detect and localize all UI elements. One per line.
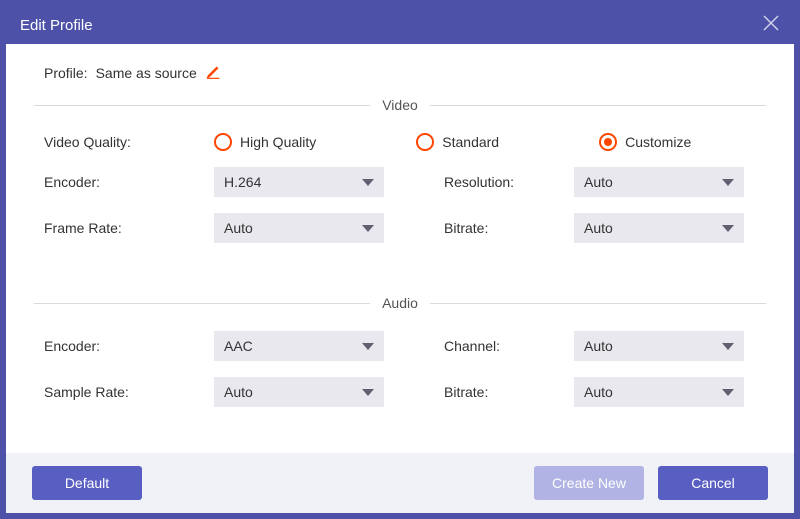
chevron-down-icon	[722, 179, 734, 186]
radio-standard-label: Standard	[442, 134, 499, 150]
profile-row: Profile: Same as source	[34, 62, 766, 83]
video-encoder-select[interactable]: H.264	[214, 167, 384, 197]
video-grid: Video Quality: High Quality Standard Cus…	[34, 133, 766, 243]
window-title: Edit Profile	[20, 17, 93, 34]
video-resolution-select[interactable]: Auto	[574, 167, 744, 197]
radio-icon	[599, 133, 617, 151]
audio-channel-select[interactable]: Auto	[574, 331, 744, 361]
audio-samplerate-select[interactable]: Auto	[214, 377, 384, 407]
chevron-down-icon	[362, 389, 374, 396]
audio-encoder-label: Encoder:	[44, 338, 214, 354]
content: Profile: Same as source Video Video Qual…	[6, 44, 794, 453]
video-encoder-value: H.264	[224, 174, 261, 190]
chevron-down-icon	[722, 389, 734, 396]
audio-bitrate-select[interactable]: Auto	[574, 377, 744, 407]
video-framerate-select[interactable]: Auto	[214, 213, 384, 243]
audio-bitrate-label: Bitrate:	[444, 384, 574, 400]
cancel-button[interactable]: Cancel	[658, 466, 768, 500]
audio-channel-value: Auto	[584, 338, 613, 354]
video-resolution-label: Resolution:	[444, 174, 574, 190]
video-encoder-label: Encoder:	[44, 174, 214, 190]
audio-grid: Encoder: AAC Channel: Auto Sample Rate: …	[34, 331, 766, 407]
radio-high-label: High Quality	[240, 134, 316, 150]
radio-customize[interactable]: Customize	[599, 133, 691, 151]
section-spacer	[34, 243, 766, 295]
radio-standard[interactable]: Standard	[416, 133, 499, 151]
audio-section-heading: Audio	[34, 295, 766, 311]
audio-samplerate-value: Auto	[224, 384, 253, 400]
radio-high-quality[interactable]: High Quality	[214, 133, 316, 151]
audio-samplerate-label: Sample Rate:	[44, 384, 214, 400]
footer: Default Create New Cancel	[6, 453, 794, 513]
radio-icon	[416, 133, 434, 151]
audio-bitrate-value: Auto	[584, 384, 613, 400]
radio-icon	[214, 133, 232, 151]
video-quality-label: Video Quality:	[44, 134, 214, 150]
video-heading-text: Video	[370, 97, 430, 113]
video-bitrate-value: Auto	[584, 220, 613, 236]
video-section-heading: Video	[34, 97, 766, 113]
titlebar: Edit Profile	[6, 6, 794, 44]
video-resolution-value: Auto	[584, 174, 613, 190]
radio-custom-label: Customize	[625, 134, 691, 150]
chevron-down-icon	[362, 225, 374, 232]
edit-profile-window: Edit Profile Profile: Same as source Vid…	[0, 0, 800, 519]
audio-heading-text: Audio	[370, 295, 430, 311]
chevron-down-icon	[362, 343, 374, 350]
video-bitrate-select[interactable]: Auto	[574, 213, 744, 243]
edit-icon[interactable]	[205, 62, 223, 83]
default-button[interactable]: Default	[32, 466, 142, 500]
dialog-body: Profile: Same as source Video Video Qual…	[6, 44, 794, 513]
audio-encoder-value: AAC	[224, 338, 253, 354]
profile-label: Profile:	[44, 65, 88, 81]
video-framerate-value: Auto	[224, 220, 253, 236]
video-framerate-label: Frame Rate:	[44, 220, 214, 236]
chevron-down-icon	[722, 225, 734, 232]
close-icon[interactable]	[762, 14, 780, 37]
video-bitrate-label: Bitrate:	[444, 220, 574, 236]
audio-channel-label: Channel:	[444, 338, 574, 354]
profile-value: Same as source	[96, 65, 197, 81]
chevron-down-icon	[722, 343, 734, 350]
video-quality-radios: High Quality Standard Customize	[214, 133, 764, 151]
chevron-down-icon	[362, 179, 374, 186]
create-new-button[interactable]: Create New	[534, 466, 644, 500]
audio-encoder-select[interactable]: AAC	[214, 331, 384, 361]
